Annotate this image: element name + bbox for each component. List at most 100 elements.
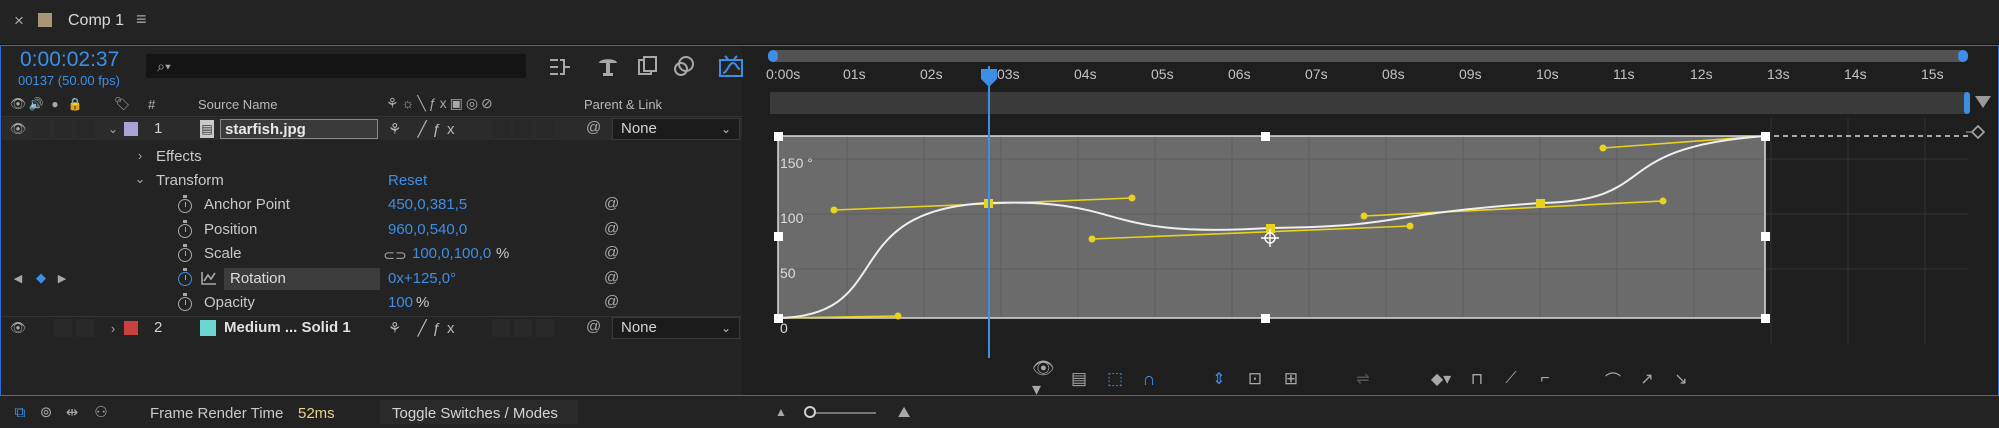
- parent-dropdown-2[interactable]: None ⌄: [612, 317, 740, 339]
- label-tag-icon[interactable]: 🏷: [114, 96, 131, 112]
- zoom-out-mountain-icon[interactable]: ▲: [772, 402, 790, 422]
- hold-keyframe-icon[interactable]: ⊓: [1464, 368, 1490, 390]
- column-parent-link[interactable]: Parent & Link: [584, 97, 662, 112]
- layer-switches-pane-icon[interactable]: ⧉: [10, 402, 30, 422]
- expression-pickwhip-icon[interactable]: @: [604, 244, 619, 261]
- fit-all-icon[interactable]: ⊞: [1278, 368, 1304, 390]
- transfer-controls-pane-icon[interactable]: ⊚: [36, 402, 56, 422]
- show-transform-box-icon[interactable]: ⬚: [1102, 368, 1128, 390]
- layer-switches-icons[interactable]: ⚘ ╱ƒx: [388, 120, 461, 138]
- search-input[interactable]: ⌕▾: [146, 54, 526, 78]
- anchor-point-value[interactable]: 450,0,381,5: [388, 196, 467, 213]
- graph-type-options-icon[interactable]: ▤: [1066, 368, 1092, 390]
- scale-value[interactable]: 100,0,100,0: [412, 245, 491, 262]
- comp-end-marker-icon[interactable]: [1975, 96, 1991, 108]
- time-ruler[interactable]: 0:00s 01s 02s 03s 04s 05s 06s 07s 08s 09…: [766, 64, 1968, 92]
- effects-group[interactable]: Effects: [156, 148, 202, 165]
- chevron-right-icon[interactable]: ›: [134, 146, 146, 164]
- prop-rotation[interactable]: Rotation: [230, 270, 286, 287]
- layer-label-color[interactable]: [124, 122, 138, 136]
- layer-row-1[interactable]: 👁 ⌄ 1 ▤ starfish.jpg ⚘ ╱ƒx @ None ⌄: [2, 118, 742, 140]
- lock-switch[interactable]: [76, 319, 94, 337]
- frame-blending-icon[interactable]: [636, 54, 660, 78]
- layer-row-2[interactable]: 👁 › 2 Medium ... Solid 1 ⚘ ╱ƒx @ None ⌄: [2, 316, 742, 339]
- visibility-eye-icon[interactable]: 👁: [10, 121, 27, 137]
- navigator-end-handle[interactable]: [1964, 92, 1970, 114]
- opacity-value[interactable]: 100: [388, 294, 413, 311]
- shy-layers-icon[interactable]: [596, 54, 620, 78]
- layer-label-color[interactable]: [124, 321, 138, 335]
- toggle-switches-modes-button[interactable]: Toggle Switches / Modes: [392, 405, 558, 422]
- pick-whip-icon[interactable]: @: [586, 318, 601, 335]
- reset-link[interactable]: Reset: [388, 172, 427, 189]
- solo-dot-icon[interactable]: ●: [48, 96, 62, 112]
- snap-magnet-icon[interactable]: ∩: [1136, 368, 1162, 390]
- tab-comp-title[interactable]: Comp 1: [68, 12, 124, 30]
- zoom-slider-handle[interactable]: [804, 406, 816, 418]
- stopwatch-icon[interactable]: [178, 293, 192, 311]
- expression-pickwhip-icon[interactable]: @: [604, 293, 619, 310]
- work-area-end-handle[interactable]: [1958, 50, 1968, 62]
- auto-zoom-height-icon[interactable]: ⇕: [1206, 368, 1232, 390]
- layer-switches-icons[interactable]: ⚘ ╱ƒx: [388, 319, 461, 337]
- solo-switch[interactable]: [54, 120, 72, 138]
- auto-bezier-icon[interactable]: ⌐: [1532, 368, 1558, 390]
- easy-ease-out-icon[interactable]: ↘: [1668, 368, 1694, 390]
- graph-icon[interactable]: [200, 270, 218, 286]
- stopwatch-icon[interactable]: [178, 195, 192, 213]
- chevron-right-icon[interactable]: ›: [106, 320, 120, 336]
- close-tab-button[interactable]: ×: [14, 11, 24, 31]
- edit-keyframe-icon[interactable]: ◆▾: [1428, 368, 1454, 390]
- lock-switch[interactable]: [76, 120, 94, 138]
- solo-switch[interactable]: [54, 319, 72, 337]
- rotation-value[interactable]: 0x+125,0°: [388, 270, 456, 287]
- work-area-start-handle[interactable]: [768, 50, 778, 62]
- zoom-in-mountain-icon[interactable]: ⛰: [892, 402, 916, 422]
- expression-pickwhip-icon[interactable]: @: [604, 269, 619, 286]
- playhead-handle[interactable]: [980, 68, 998, 88]
- graph-editor-area[interactable]: [770, 118, 1968, 344]
- easy-ease-in-icon[interactable]: ↗: [1634, 368, 1660, 390]
- constrain-link-icon[interactable]: ⊂⊃: [383, 246, 406, 264]
- zoom-slider[interactable]: [806, 412, 876, 414]
- tab-menu-button[interactable]: ≡: [136, 9, 147, 30]
- keyframe-diamond-icon[interactable]: ◆: [34, 270, 48, 286]
- show-properties-eye-icon[interactable]: 👁▾: [1032, 358, 1058, 399]
- visibility-eye-icon[interactable]: 👁: [10, 320, 27, 336]
- graph-end-keyframe-icon[interactable]: [1966, 122, 1990, 142]
- prev-keyframe-icon[interactable]: ◀: [12, 270, 24, 286]
- playhead-line[interactable]: [988, 66, 990, 358]
- layer-name[interactable]: Medium ... Solid 1: [224, 319, 351, 336]
- lock-icon[interactable]: 🔒: [68, 96, 83, 112]
- layer-name-field[interactable]: starfish.jpg: [220, 119, 378, 139]
- chevron-down-icon[interactable]: ⌄: [106, 121, 120, 137]
- expression-pickwhip-icon[interactable]: @: [604, 220, 619, 237]
- chevron-down-icon[interactable]: ⌄: [134, 170, 146, 188]
- pick-whip-icon[interactable]: @: [586, 119, 601, 136]
- expression-pickwhip-icon[interactable]: @: [604, 195, 619, 212]
- graph-editor-toggle-icon[interactable]: [718, 54, 744, 78]
- work-area-bar[interactable]: [768, 50, 1968, 62]
- in-out-pane-icon[interactable]: ⇹: [62, 402, 82, 422]
- column-source-name[interactable]: Source Name: [198, 97, 277, 112]
- separate-dimensions-icon[interactable]: ⇌: [1350, 368, 1376, 390]
- motion-blur-icon[interactable]: [672, 54, 696, 78]
- easy-ease-icon[interactable]: ⌒: [1600, 368, 1626, 390]
- linear-keyframe-icon[interactable]: ⟋: [1498, 368, 1524, 390]
- stopwatch-icon[interactable]: [178, 244, 192, 262]
- audio-speaker-icon[interactable]: 🔊: [28, 96, 44, 112]
- timecode-display[interactable]: 0:00:02:37: [20, 48, 119, 72]
- parent-dropdown-1[interactable]: None ⌄: [612, 118, 740, 140]
- time-navigator-bar[interactable]: [770, 92, 1968, 114]
- comp-flowchart-icon[interactable]: [548, 56, 572, 78]
- fit-selection-icon[interactable]: ⊡: [1242, 368, 1268, 390]
- transform-group[interactable]: Transform: [156, 172, 224, 189]
- stopwatch-icon[interactable]: [178, 220, 192, 238]
- next-keyframe-icon[interactable]: ▶: [56, 270, 68, 286]
- render-time-pane-icon[interactable]: ⚇: [90, 402, 112, 422]
- footage-file-icon: ▤: [200, 120, 214, 138]
- video-eye-icon[interactable]: 👁: [10, 96, 27, 112]
- stopwatch-active-icon[interactable]: [178, 268, 192, 286]
- position-value[interactable]: 960,0,540,0: [388, 221, 467, 238]
- audio-switch[interactable]: [32, 120, 50, 138]
